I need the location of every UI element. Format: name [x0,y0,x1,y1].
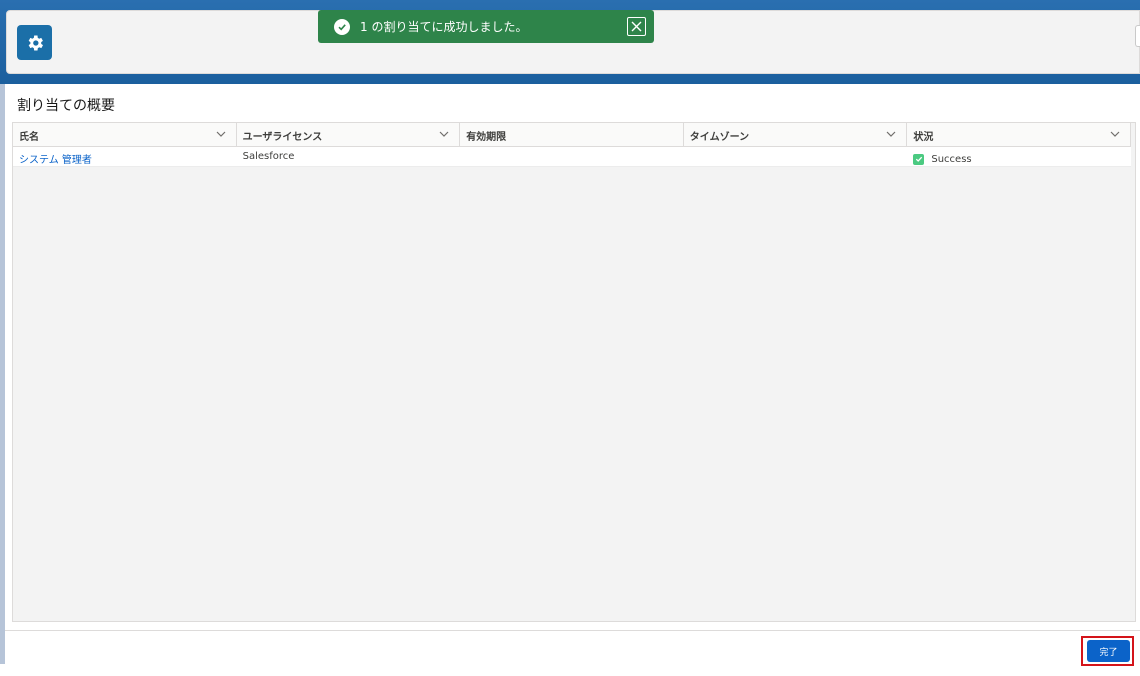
timezone-cell [684,147,908,167]
license-cell: Salesforce [242,151,295,162]
user-name-link[interactable]: システム 管理者 [13,147,237,167]
column-header-name[interactable]: 氏名 [13,123,237,147]
expiration-cell [460,147,684,167]
success-check-icon [913,153,925,165]
status-text: Success [931,153,972,165]
chevron-down-icon[interactable] [884,127,898,141]
status-cell: Success [907,147,1131,167]
column-header-status[interactable]: 状況 [907,123,1131,147]
header-right-control[interactable] [1135,25,1140,47]
setup-gear-icon [17,25,52,60]
column-header-expiration[interactable]: 有効期限 [460,123,684,147]
chevron-down-icon[interactable] [437,127,451,141]
success-check-icon [334,18,350,35]
table-row: システム 管理者 Salesforce Success [13,147,1131,167]
column-header-timezone[interactable]: タイムゾーン [684,123,908,147]
assignment-table: 氏名 ユーザライセンス 有効期限 タイムゾーン 状況 システム 管理者 Sale… [12,122,1136,622]
chevron-down-icon[interactable] [1108,127,1122,141]
chevron-down-icon[interactable] [214,127,228,141]
toast-message: 1 の割り当てに成功しました。 [360,20,528,34]
success-toast: 1 の割り当てに成功しました。 [318,10,654,43]
assignment-summary-panel: 割り当ての概要 氏名 ユーザライセンス 有効期限 タイムゾーン 状況 システム … [5,84,1140,630]
done-button[interactable]: 完了 [1087,640,1130,662]
toast-close-icon[interactable] [627,17,646,36]
section-title: 割り当ての概要 [17,98,115,114]
table-header: 氏名 ユーザライセンス 有効期限 タイムゾーン 状況 [13,123,1131,147]
footer-bar [5,630,1140,676]
column-header-license[interactable]: ユーザライセンス [237,123,461,147]
